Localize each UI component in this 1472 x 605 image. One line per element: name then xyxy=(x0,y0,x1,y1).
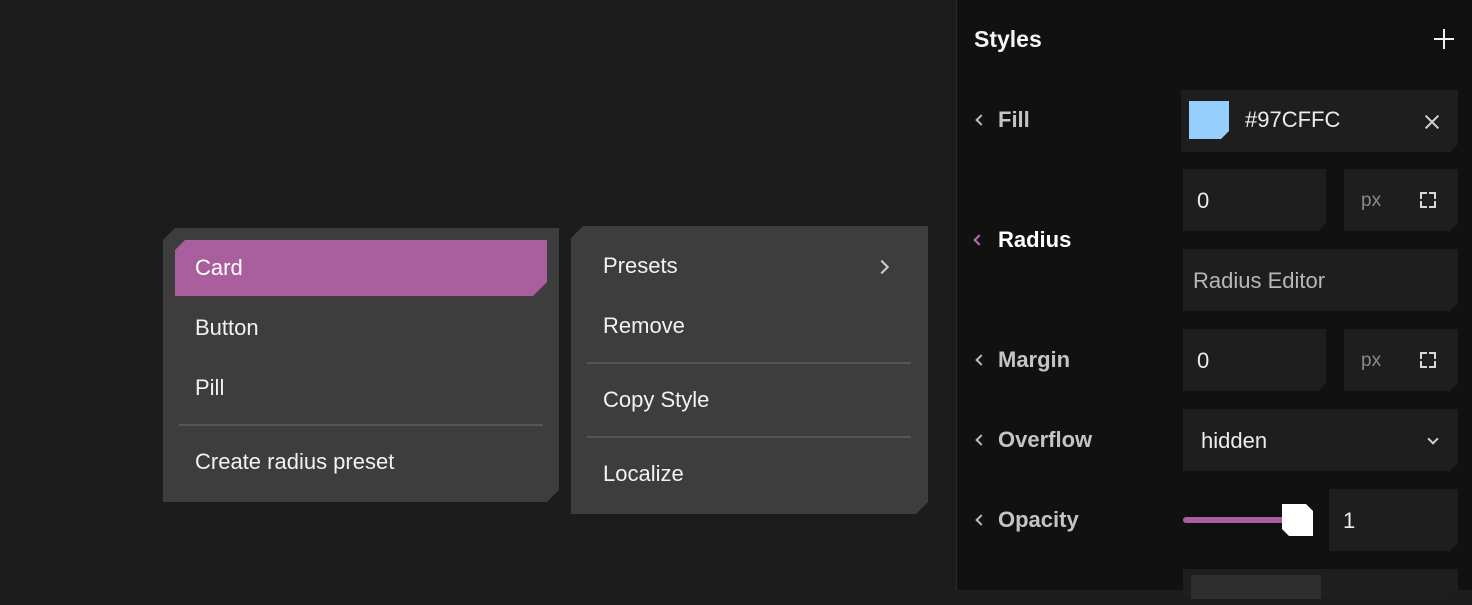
chevron-left-icon[interactable] xyxy=(975,514,987,526)
fill-field[interactable]: #97CFFC xyxy=(1181,90,1458,152)
menu-separator xyxy=(587,362,911,364)
chevron-left-icon[interactable] xyxy=(973,234,985,246)
overflow-select[interactable]: hidden xyxy=(1183,409,1458,471)
radius-input[interactable]: 0 xyxy=(1183,169,1326,231)
expand-corners-icon[interactable] xyxy=(1420,192,1436,208)
margin-input[interactable]: 0 xyxy=(1183,329,1326,391)
close-icon[interactable] xyxy=(1424,114,1440,130)
chevron-right-icon xyxy=(875,260,889,274)
radius-value[interactable]: 0 xyxy=(1197,188,1209,214)
overflow-label: Overflow xyxy=(998,427,1093,452)
menu-separator xyxy=(179,424,543,426)
styles-panel: Styles Fill #97CFFC 0 px Radius Radius E… xyxy=(956,0,1472,590)
next-row-segment[interactable] xyxy=(1191,575,1321,605)
opacity-value[interactable]: 1 xyxy=(1343,508,1355,534)
style-actions-menu: Presets Remove Copy Style Localize xyxy=(571,226,928,514)
fill-color-swatch[interactable] xyxy=(1189,101,1229,139)
panel-title: Styles xyxy=(974,26,1042,52)
fill-hex-value[interactable]: #97CFFC xyxy=(1245,107,1340,133)
opacity-slider-track[interactable] xyxy=(1183,517,1293,523)
plus-icon[interactable] xyxy=(1433,28,1455,50)
radius-unit[interactable]: px xyxy=(1361,190,1381,212)
menu-item-create-radius-preset[interactable]: Create radius preset xyxy=(195,449,394,475)
opacity-input[interactable]: 1 xyxy=(1329,489,1458,551)
menu-item-remove[interactable]: Remove xyxy=(603,313,685,339)
menu-item-pill[interactable]: Pill xyxy=(195,375,224,401)
next-row-field[interactable] xyxy=(1183,569,1458,599)
menu-item-presets[interactable]: Presets xyxy=(603,253,678,279)
menu-item-button[interactable]: Button xyxy=(195,315,259,341)
fill-label: Fill xyxy=(998,107,1030,132)
opacity-label: Opacity xyxy=(998,507,1079,532)
menu-item-card[interactable]: Card xyxy=(195,255,243,281)
radius-preset-menu: Card Button Pill Create radius preset xyxy=(163,228,559,502)
radius-editor-placeholder[interactable]: Radius Editor xyxy=(1193,268,1325,294)
menu-separator xyxy=(587,436,911,438)
chevron-left-icon[interactable] xyxy=(975,434,987,446)
margin-label: Margin xyxy=(998,347,1071,372)
opacity-slider-thumb[interactable] xyxy=(1282,504,1313,536)
radius-editor-field[interactable]: Radius Editor xyxy=(1183,249,1458,311)
margin-unit-field[interactable]: px xyxy=(1344,329,1458,391)
menu-item-copy-style[interactable]: Copy Style xyxy=(603,387,709,413)
chevron-down-icon[interactable] xyxy=(1427,433,1438,444)
margin-value[interactable]: 0 xyxy=(1197,348,1209,374)
chevron-left-icon[interactable] xyxy=(975,114,987,126)
chevron-left-icon[interactable] xyxy=(975,354,987,366)
margin-unit[interactable]: px xyxy=(1361,350,1381,372)
overflow-value[interactable]: hidden xyxy=(1201,428,1267,454)
menu-item-localize[interactable]: Localize xyxy=(603,461,684,487)
radius-label: Radius xyxy=(998,227,1072,252)
radius-unit-field[interactable]: px xyxy=(1344,169,1458,231)
expand-corners-icon[interactable] xyxy=(1420,352,1436,368)
